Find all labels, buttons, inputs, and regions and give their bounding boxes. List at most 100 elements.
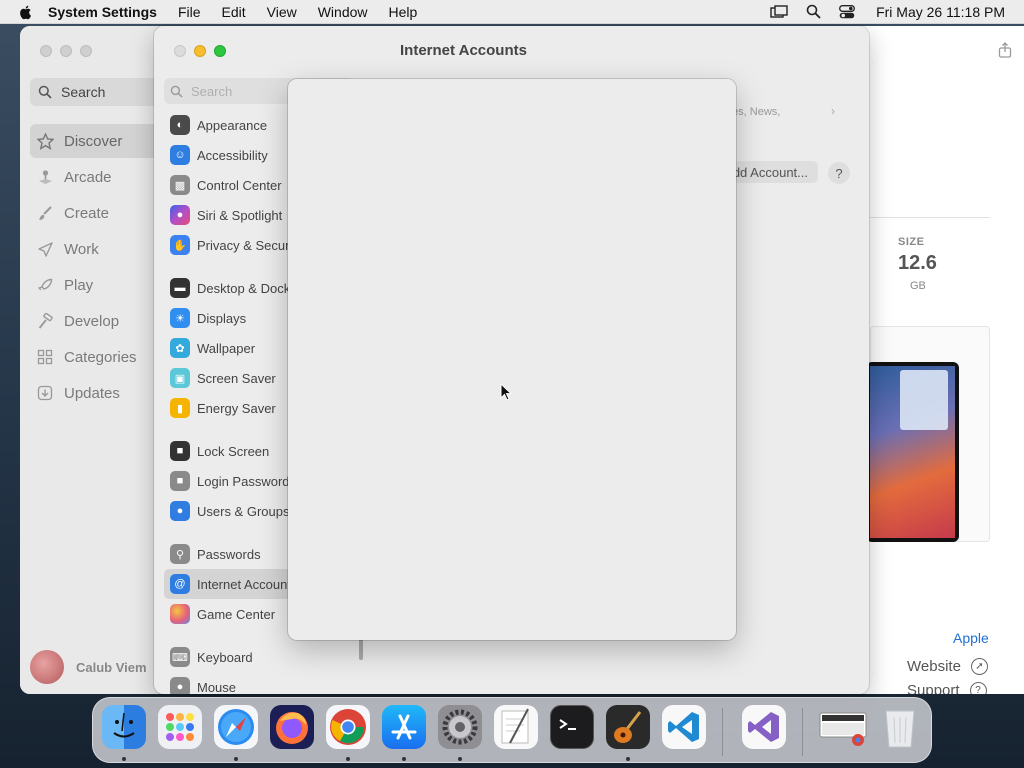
app-store-search-field[interactable]: Search — [30, 78, 170, 106]
nav-arcade[interactable]: Arcade — [30, 160, 170, 194]
spotlight-search-icon[interactable] — [804, 4, 822, 20]
dock-firefox[interactable] — [270, 705, 314, 749]
visual-studio-icon — [748, 712, 779, 742]
nav-categories[interactable]: Categories — [30, 340, 170, 374]
running-indicator — [122, 757, 126, 761]
nav-create[interactable]: Create — [30, 196, 170, 230]
textedit-icon — [501, 708, 529, 744]
compass-icon: ➚ — [970, 658, 988, 675]
dock-launchpad[interactable] — [158, 705, 202, 749]
menu-file[interactable]: File — [178, 4, 201, 20]
dock-system-settings[interactable] — [438, 705, 482, 749]
control-center-icon: ▩ — [170, 175, 190, 195]
dock-visual-studio[interactable] — [742, 705, 786, 749]
download-icon — [36, 384, 54, 402]
dock-trash[interactable] — [878, 705, 922, 749]
size-unit: GB — [910, 280, 926, 292]
app-store-icon — [391, 714, 417, 740]
menu-view[interactable]: View — [267, 4, 297, 20]
chevron-right-icon[interactable]: › — [831, 104, 835, 118]
dock-separator — [802, 708, 803, 756]
running-indicator — [458, 757, 462, 761]
dock-chrome-apps-folder[interactable] — [818, 705, 868, 749]
running-indicator — [626, 757, 630, 761]
guitar-icon — [614, 711, 642, 743]
dock-garageband[interactable] — [606, 705, 650, 749]
nav-play[interactable]: Play — [30, 268, 170, 302]
app-store-nav: Discover Arcade Create Work Play Develop — [30, 124, 170, 412]
grid-icon — [36, 348, 54, 366]
search-icon — [170, 85, 183, 98]
menu-bar: System Settings File Edit View Window He… — [0, 0, 1024, 24]
star-icon — [36, 132, 54, 150]
lock-icon: ■ — [170, 441, 190, 461]
appearance-icon: ◐ — [170, 115, 190, 135]
dock-finder[interactable] — [102, 705, 146, 749]
sidebar-scrollbar[interactable] — [359, 638, 363, 660]
search-icon — [38, 85, 52, 99]
sidebar-item-keyboard[interactable]: ⌨ Keyboard — [164, 642, 364, 672]
menu-edit[interactable]: Edit — [222, 4, 246, 20]
firefox-icon — [276, 712, 308, 744]
paperplane-icon — [36, 240, 54, 258]
menu-help[interactable]: Help — [389, 4, 418, 20]
vscode-icon — [668, 712, 699, 742]
search-label: Search — [61, 84, 106, 100]
search-placeholder: Search — [191, 83, 233, 99]
divider — [870, 217, 990, 218]
website-link[interactable]: Website ➚ — [907, 658, 988, 675]
sidebar-item-mouse[interactable]: ● Mouse — [164, 672, 364, 694]
safari-compass-icon — [218, 709, 254, 745]
active-app-name[interactable]: System Settings — [48, 4, 157, 20]
apple-logo-icon[interactable] — [18, 4, 34, 20]
terminal-icon — [559, 719, 576, 730]
padlock-icon: ■ — [170, 471, 190, 491]
hammer-icon — [36, 312, 54, 330]
mouse-icon: ● — [170, 677, 190, 694]
mouse-cursor-icon — [500, 383, 512, 401]
dock-vscode[interactable] — [662, 705, 706, 749]
dock-textedit[interactable] — [494, 705, 538, 749]
help-button[interactable]: ? — [828, 162, 850, 184]
rocket-icon — [36, 276, 54, 294]
app-screenshot[interactable] — [866, 362, 959, 542]
developer-link[interactable]: Apple — [953, 630, 989, 646]
dock-app-store[interactable] — [382, 705, 426, 749]
nav-updates[interactable]: Updates — [30, 376, 170, 410]
content-row-text: tes, News, — [729, 106, 781, 118]
gear-icon — [442, 709, 478, 745]
sun-icon: ☀ — [170, 308, 190, 328]
trash-icon — [885, 710, 915, 748]
brush-icon — [36, 204, 54, 222]
keyboard-icon: ⌨ — [170, 647, 190, 667]
zoom-button[interactable] — [80, 45, 92, 57]
minimize-button[interactable] — [60, 45, 72, 57]
accessibility-icon: ☺ — [170, 145, 190, 165]
flower-icon: ✿ — [170, 338, 190, 358]
user-name: Calub Viem — [76, 659, 147, 675]
nav-work[interactable]: Work — [30, 232, 170, 266]
question-icon: ? — [969, 682, 987, 694]
support-link[interactable]: Support ? — [907, 682, 987, 694]
screenshot-panel — [900, 370, 948, 430]
dock-chrome[interactable] — [326, 705, 370, 749]
key-icon: ⚲ — [170, 544, 190, 564]
share-icon[interactable] — [998, 42, 1012, 58]
launchpad-icon — [166, 713, 194, 741]
menu-window[interactable]: Window — [318, 4, 368, 20]
users-icon: ● — [170, 501, 190, 521]
hand-icon: ✋ — [170, 235, 190, 255]
dock-terminal[interactable] — [550, 705, 594, 749]
control-center-icon[interactable] — [838, 4, 856, 20]
close-button[interactable] — [40, 45, 52, 57]
siri-icon: ● — [170, 205, 190, 225]
dock-safari[interactable] — [214, 705, 258, 749]
account-button[interactable]: Calub Viem — [30, 650, 147, 684]
avatar — [30, 650, 64, 684]
nav-discover[interactable]: Discover — [30, 124, 170, 158]
nav-develop[interactable]: Develop — [30, 304, 170, 338]
menubar-clock[interactable]: Fri May 26 11:18 PM — [876, 4, 1005, 20]
screen-mirroring-icon[interactable] — [770, 4, 788, 20]
size-value: 12.6 — [898, 252, 937, 274]
running-indicator — [346, 757, 350, 761]
